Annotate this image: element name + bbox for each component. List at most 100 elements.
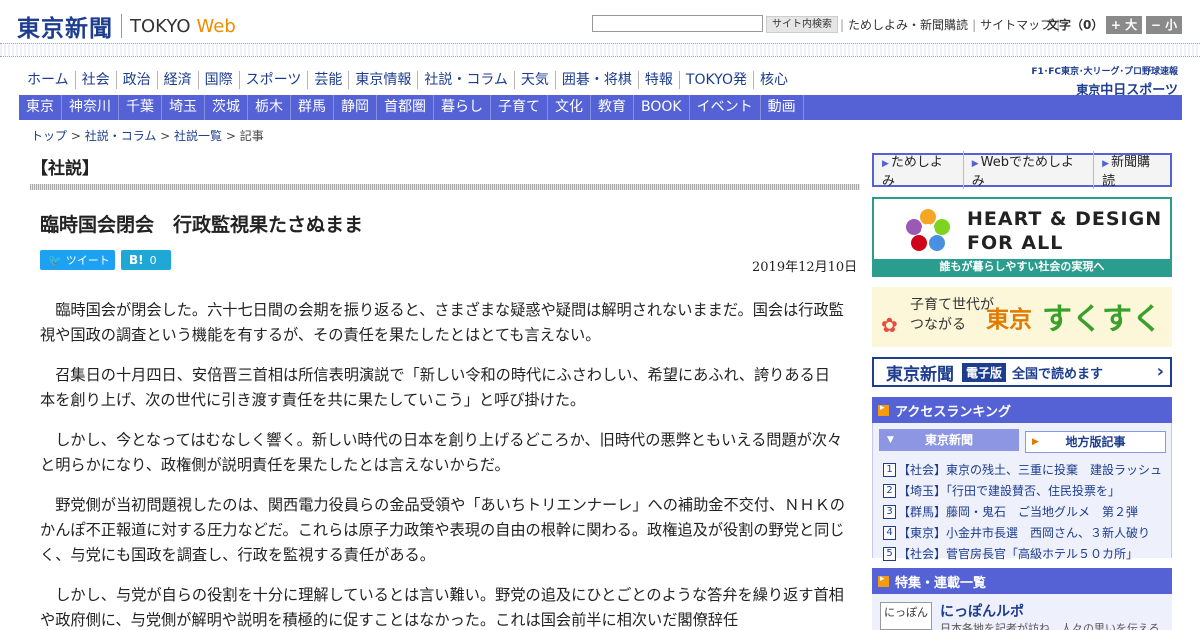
breadcrumb-top[interactable]: トップ [31, 129, 67, 143]
nav-politics[interactable]: 政治 [117, 71, 158, 89]
nav-weather[interactable]: 天気 [515, 71, 556, 89]
trial-label: ためしよみ [882, 155, 943, 189]
subnav-chiba[interactable]: 千葉 [119, 95, 162, 120]
web-trial-button[interactable]: ▶ Webでためしよみ [964, 151, 1095, 189]
subnav-living[interactable]: 暮らし [434, 95, 491, 120]
subscription-buttons: ▶ ためしよみ ▶ Webでためしよみ ▶ 新聞購読 [872, 151, 1172, 189]
top-links: | ためしよみ・新聞購読 | サイトマップ | [836, 16, 1064, 33]
triangle-right-icon: ▶ [1032, 437, 1039, 447]
sports-banner-caption: F1･FC東京･大リーグ･プロ野球速報 [1031, 67, 1178, 77]
hatena-bookmark-button[interactable]: B! 0 [121, 250, 171, 270]
sukusuku-line2: つながる [910, 317, 966, 333]
digital-edition-banner[interactable]: 東京新聞 電子版 全国で読めます › [872, 357, 1172, 387]
heart-design-line1: HEART & DESIGN [967, 208, 1163, 230]
ranking-item[interactable]: 5 【社会】菅官房長官「高級ホテル５０カ所」 [883, 543, 1168, 564]
feature-title[interactable]: にっぽんルポ [940, 601, 1024, 621]
rank-number: 4 [883, 525, 896, 540]
hatena-icon: B! [129, 253, 144, 267]
arrow-right-icon: ▶ [971, 159, 979, 169]
subnav-shizuoka[interactable]: 静岡 [334, 95, 377, 120]
chunichi-sports-banner[interactable]: F1･FC東京･大リーグ･プロ野球速報 東京中日スポーツ [1026, 64, 1178, 98]
subnav-kanagawa[interactable]: 神奈川 [62, 95, 119, 120]
ranking-item[interactable]: 3 【群馬】藤岡・鬼石 ご当地グルメ 第２弾 [883, 501, 1168, 522]
nav-editorial-column[interactable]: 社説・コラム [418, 71, 515, 89]
ranking-item[interactable]: 2 【埼玉】「行田で建設賛否、住民投票を」 [883, 480, 1168, 501]
ranking-tab-tokyo[interactable]: ▼ 東京新聞 [879, 429, 1019, 451]
rank-number: 2 [883, 483, 896, 498]
font-larger-button[interactable]: + 大 [1106, 16, 1142, 34]
article-date: 2019年12月10日 [752, 260, 858, 275]
breadcrumb-editorial-list[interactable]: 社説一覧 [174, 129, 222, 143]
subnav-tokyo[interactable]: 東京 [19, 95, 62, 120]
sukusuku-city: 東京 [986, 307, 1032, 333]
hatena-count: 0 [149, 253, 157, 267]
nav-home[interactable]: ホーム [19, 71, 76, 89]
ranking-panel: ▼ 東京新聞 ▶ 地方版記事 1 【社会】東京の残土、三重に投棄 建設ラッシュ 2… [872, 423, 1172, 561]
site-logo[interactable]: 東京新聞 TOKYO Web [17, 9, 236, 43]
article-title: 臨時国会閉会 行政監視果たさぬまま [40, 214, 364, 236]
triangle-down-icon: ▼ [887, 435, 894, 445]
breadcrumb-current: 記事 [239, 129, 264, 143]
subnav-book[interactable]: BOOK [634, 95, 690, 120]
rank-title: 【群馬】藤岡・鬼石 ご当地グルメ 第２弾 [898, 505, 1139, 519]
nav-sports[interactable]: スポーツ [240, 71, 309, 89]
link-separator: | [972, 17, 977, 32]
search-button[interactable]: サイト内検索 [766, 16, 838, 33]
feature-subtitle: 日本各地を記者が訪ね、人々の思いを伝える [940, 622, 1160, 630]
subnav-education[interactable]: 教育 [591, 95, 634, 120]
link-trial-subscribe[interactable]: ためしよみ・新聞購読 [848, 16, 968, 33]
ranking-tab-local[interactable]: ▶ 地方版記事 [1025, 431, 1166, 453]
heart-design-logo-icon [906, 209, 950, 251]
subnav-shutoken[interactable]: 首都圏 [377, 95, 434, 120]
sukusuku-tagline: 子育て世代が つながる [910, 295, 994, 335]
font-smaller-button[interactable]: − 小 [1146, 16, 1182, 34]
nav-international[interactable]: 国際 [199, 71, 240, 89]
header: 東京新聞 TOKYO Web サイト内検索 | ためしよみ・新聞購読 | サイト… [0, 0, 1200, 46]
rank-title: 【社会】東京の残土、三重に投棄 建設ラッシュ [898, 463, 1163, 477]
tweet-label: ツイート [65, 254, 110, 267]
heart-design-banner[interactable]: HEART & DESIGN FOR ALL 誰もが暮らしやすい社会の実現へ [872, 197, 1172, 277]
subnav-tochigi[interactable]: 栃木 [248, 95, 291, 120]
nav-entertainment[interactable]: 芸能 [308, 71, 350, 89]
ranking-tab-local-label: 地方版記事 [1065, 435, 1126, 449]
subnav-video[interactable]: 動画 [761, 95, 804, 120]
arrow-right-icon: ▶ [882, 159, 889, 169]
tweet-button[interactable]: 🐦 ツイート [40, 250, 115, 270]
subnav-gunma[interactable]: 群馬 [291, 95, 334, 120]
article-paragraph: 臨時国会が閉会した。六十七日間の会期を振り返ると、さまざまな疑惑や疑問は解明され… [40, 301, 844, 344]
heart-design-text: HEART & DESIGN FOR ALL [967, 207, 1162, 255]
main-nav: ホーム 社会 政治 経済 国際 スポーツ 芸能 東京情報 社説・コラム 天気 囲… [19, 68, 794, 92]
feature-heading-label: 特集・連載一覧 [895, 575, 987, 591]
subnav-saitama[interactable]: 埼玉 [162, 95, 205, 120]
nav-kakushin[interactable]: 核心 [754, 71, 794, 89]
feature-thumbnail[interactable]: にっぽん [880, 602, 932, 630]
article-paragraph: しかし、与党が自らの役割を十分に理解しているとは言い難い。野党の追及にひとごとの… [40, 586, 844, 629]
rank-title: 【埼玉】「行田で建設賛否、住民投票を」 [898, 484, 1121, 498]
nav-economy[interactable]: 経済 [158, 71, 199, 89]
sukusuku-banner[interactable]: 子育て世代が つながる ✿ 東京 すくすく [872, 287, 1172, 347]
nav-tokyo-info[interactable]: 東京情報 [349, 71, 419, 89]
breadcrumb-editorial-column[interactable]: 社説・コラム [85, 129, 157, 143]
nav-special-report[interactable]: 特報 [639, 71, 680, 89]
arrow-right-icon: ▶ [1102, 159, 1109, 169]
subscribe-button[interactable]: ▶ 新聞購読 [1094, 151, 1170, 189]
ranking-item[interactable]: 1 【社会】東京の残土、三重に投棄 建設ラッシュ [883, 459, 1168, 480]
logo-en: TOKYO [130, 15, 191, 37]
subnav-culture[interactable]: 文化 [548, 95, 591, 120]
breadcrumb: トップ > 社説・コラム > 社説一覧 > 記事 [31, 129, 264, 143]
subnav-ibaraki[interactable]: 茨城 [205, 95, 248, 120]
ranking-heading-label: アクセスランキング [895, 404, 1011, 420]
nav-society[interactable]: 社会 [76, 71, 117, 89]
trial-button[interactable]: ▶ ためしよみ [874, 151, 964, 189]
nav-go-shogi[interactable]: 囲碁・将棋 [556, 71, 639, 89]
subnav-event[interactable]: イベント [690, 95, 761, 120]
flower-icon: ✿ [881, 313, 898, 337]
twitter-bird-icon: 🐦 [48, 253, 62, 267]
search-input[interactable] [592, 15, 763, 32]
ranking-item[interactable]: 4 【東京】小金井市長選 西岡さん、３新人破り [883, 522, 1168, 543]
article-paragraph: 野党側が当初問題視したのは、関西電力役員らの金品受領や「あいちトリエンナーレ」へ… [40, 496, 845, 564]
subnav-parenting[interactable]: 子育て [491, 95, 548, 120]
nav-tokyo-hatsu[interactable]: TOKYO発 [680, 71, 754, 89]
link-sitemap[interactable]: サイトマップ [980, 16, 1052, 33]
feature-panel: にっぽん にっぽんルポ 日本各地を記者が訪ね、人々の思いを伝える [872, 594, 1172, 630]
